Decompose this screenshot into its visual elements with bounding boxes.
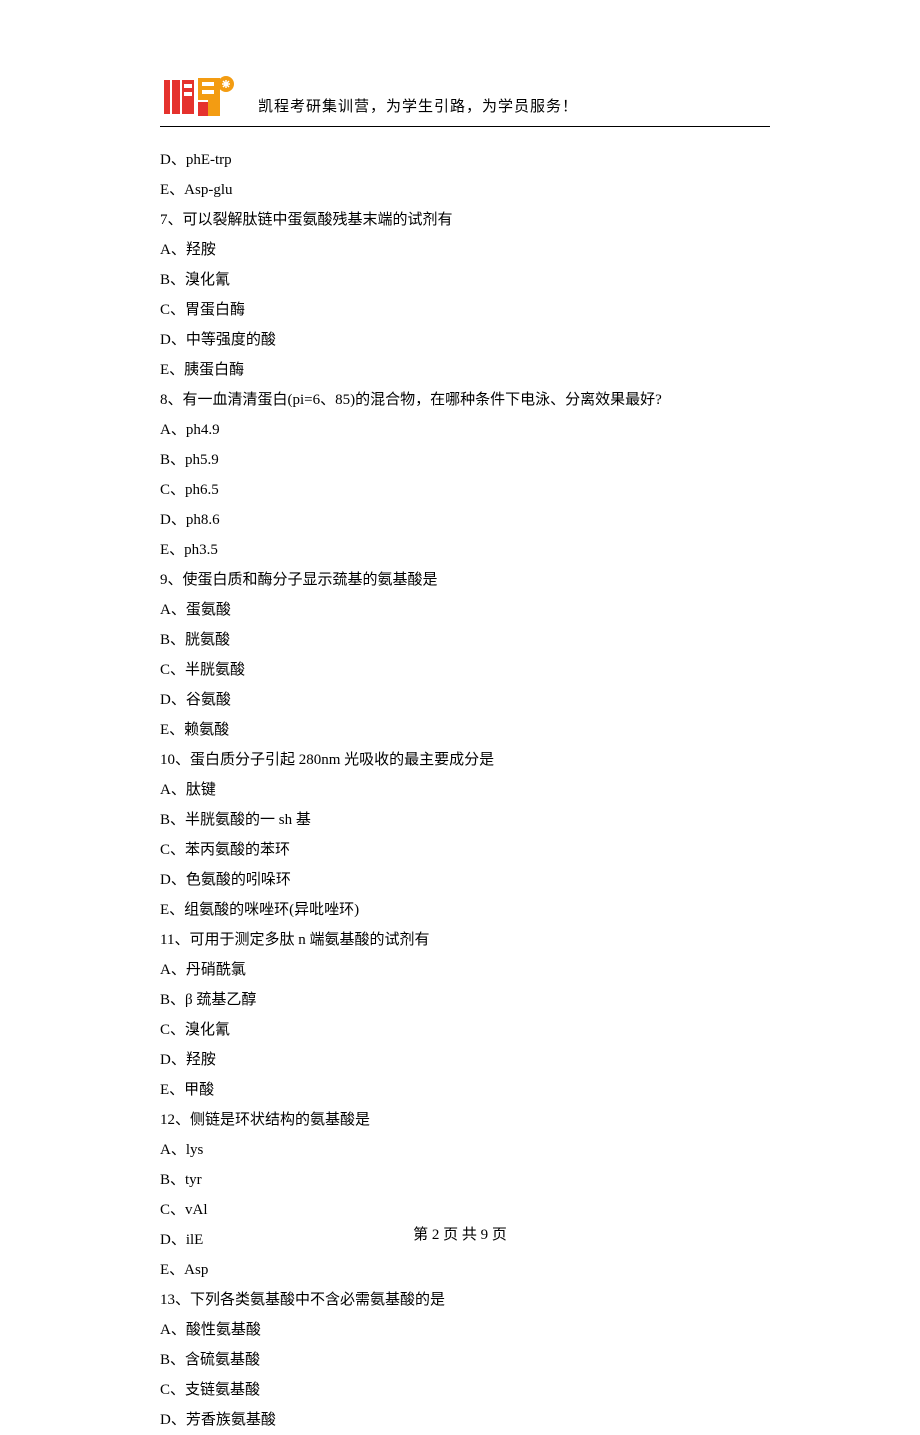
document-line: E、Asp-glu [160, 175, 770, 205]
document-line: C、胃蛋白酶 [160, 295, 770, 325]
document-line: D、ph8.6 [160, 505, 770, 535]
document-line: B、半胱氨酸的一 sh 基 [160, 805, 770, 835]
brand-logo-icon [160, 70, 238, 122]
document-line: 9、使蛋白质和酶分子显示巯基的氨基酸是 [160, 565, 770, 595]
document-line: E、胰蛋白酶 [160, 355, 770, 385]
document-line: 13、下列各类氨基酸中不含必需氨基酸的是 [160, 1285, 770, 1315]
document-line: A、丹硝酰氯 [160, 955, 770, 985]
document-line: B、溴化氰 [160, 265, 770, 295]
document-line: 7、可以裂解肽链中蛋氨酸残基末端的试剂有 [160, 205, 770, 235]
header-tagline: 凯程考研集训营，为学生引路，为学员服务！ [258, 95, 578, 122]
document-line: C、支链氨基酸 [160, 1375, 770, 1405]
document-line: D、芳香族氨基酸 [160, 1405, 770, 1435]
document-line: D、phE-trp [160, 145, 770, 175]
document-line: E、ph3.5 [160, 535, 770, 565]
document-line: D、谷氨酸 [160, 685, 770, 715]
document-line: D、羟胺 [160, 1045, 770, 1075]
page-header: 凯程考研集训营，为学生引路，为学员服务！ [160, 70, 770, 122]
document-line: 10、蛋白质分子引起 280nm 光吸收的最主要成分是 [160, 745, 770, 775]
page-footer: 第 2 页 共 9 页 [0, 1223, 920, 1244]
document-line: B、tyr [160, 1165, 770, 1195]
document-line: D、中等强度的酸 [160, 325, 770, 355]
document-line: B、胱氨酸 [160, 625, 770, 655]
page-container: 凯程考研集训营，为学生引路，为学员服务！ D、phE-trpE、Asp-glu7… [0, 0, 920, 1435]
document-line: D、色氨酸的吲哚环 [160, 865, 770, 895]
document-line: E、组氨酸的咪唑环(异吡唑环) [160, 895, 770, 925]
document-line: C、vAl [160, 1195, 770, 1225]
document-line: E、甲酸 [160, 1075, 770, 1105]
header-divider [160, 126, 770, 127]
document-line: C、半胱氨酸 [160, 655, 770, 685]
document-line: A、肽键 [160, 775, 770, 805]
document-line: B、ph5.9 [160, 445, 770, 475]
document-line: B、β 巯基乙醇 [160, 985, 770, 1015]
document-line: 11、可用于测定多肽 n 端氨基酸的试剂有 [160, 925, 770, 955]
document-line: E、赖氨酸 [160, 715, 770, 745]
document-line: A、lys [160, 1135, 770, 1165]
document-line: A、酸性氨基酸 [160, 1315, 770, 1345]
document-line: 12、侧链是环状结构的氨基酸是 [160, 1105, 770, 1135]
document-line: C、ph6.5 [160, 475, 770, 505]
document-line: E、Asp [160, 1255, 770, 1285]
document-line: A、羟胺 [160, 235, 770, 265]
document-line: C、苯丙氨酸的苯环 [160, 835, 770, 865]
document-line: A、ph4.9 [160, 415, 770, 445]
document-line: 8、有一血清清蛋白(pi=6、85)的混合物，在哪种条件下电泳、分离效果最好? [160, 385, 770, 415]
document-line: C、溴化氰 [160, 1015, 770, 1045]
document-line: B、含硫氨基酸 [160, 1345, 770, 1375]
document-line: A、蛋氨酸 [160, 595, 770, 625]
